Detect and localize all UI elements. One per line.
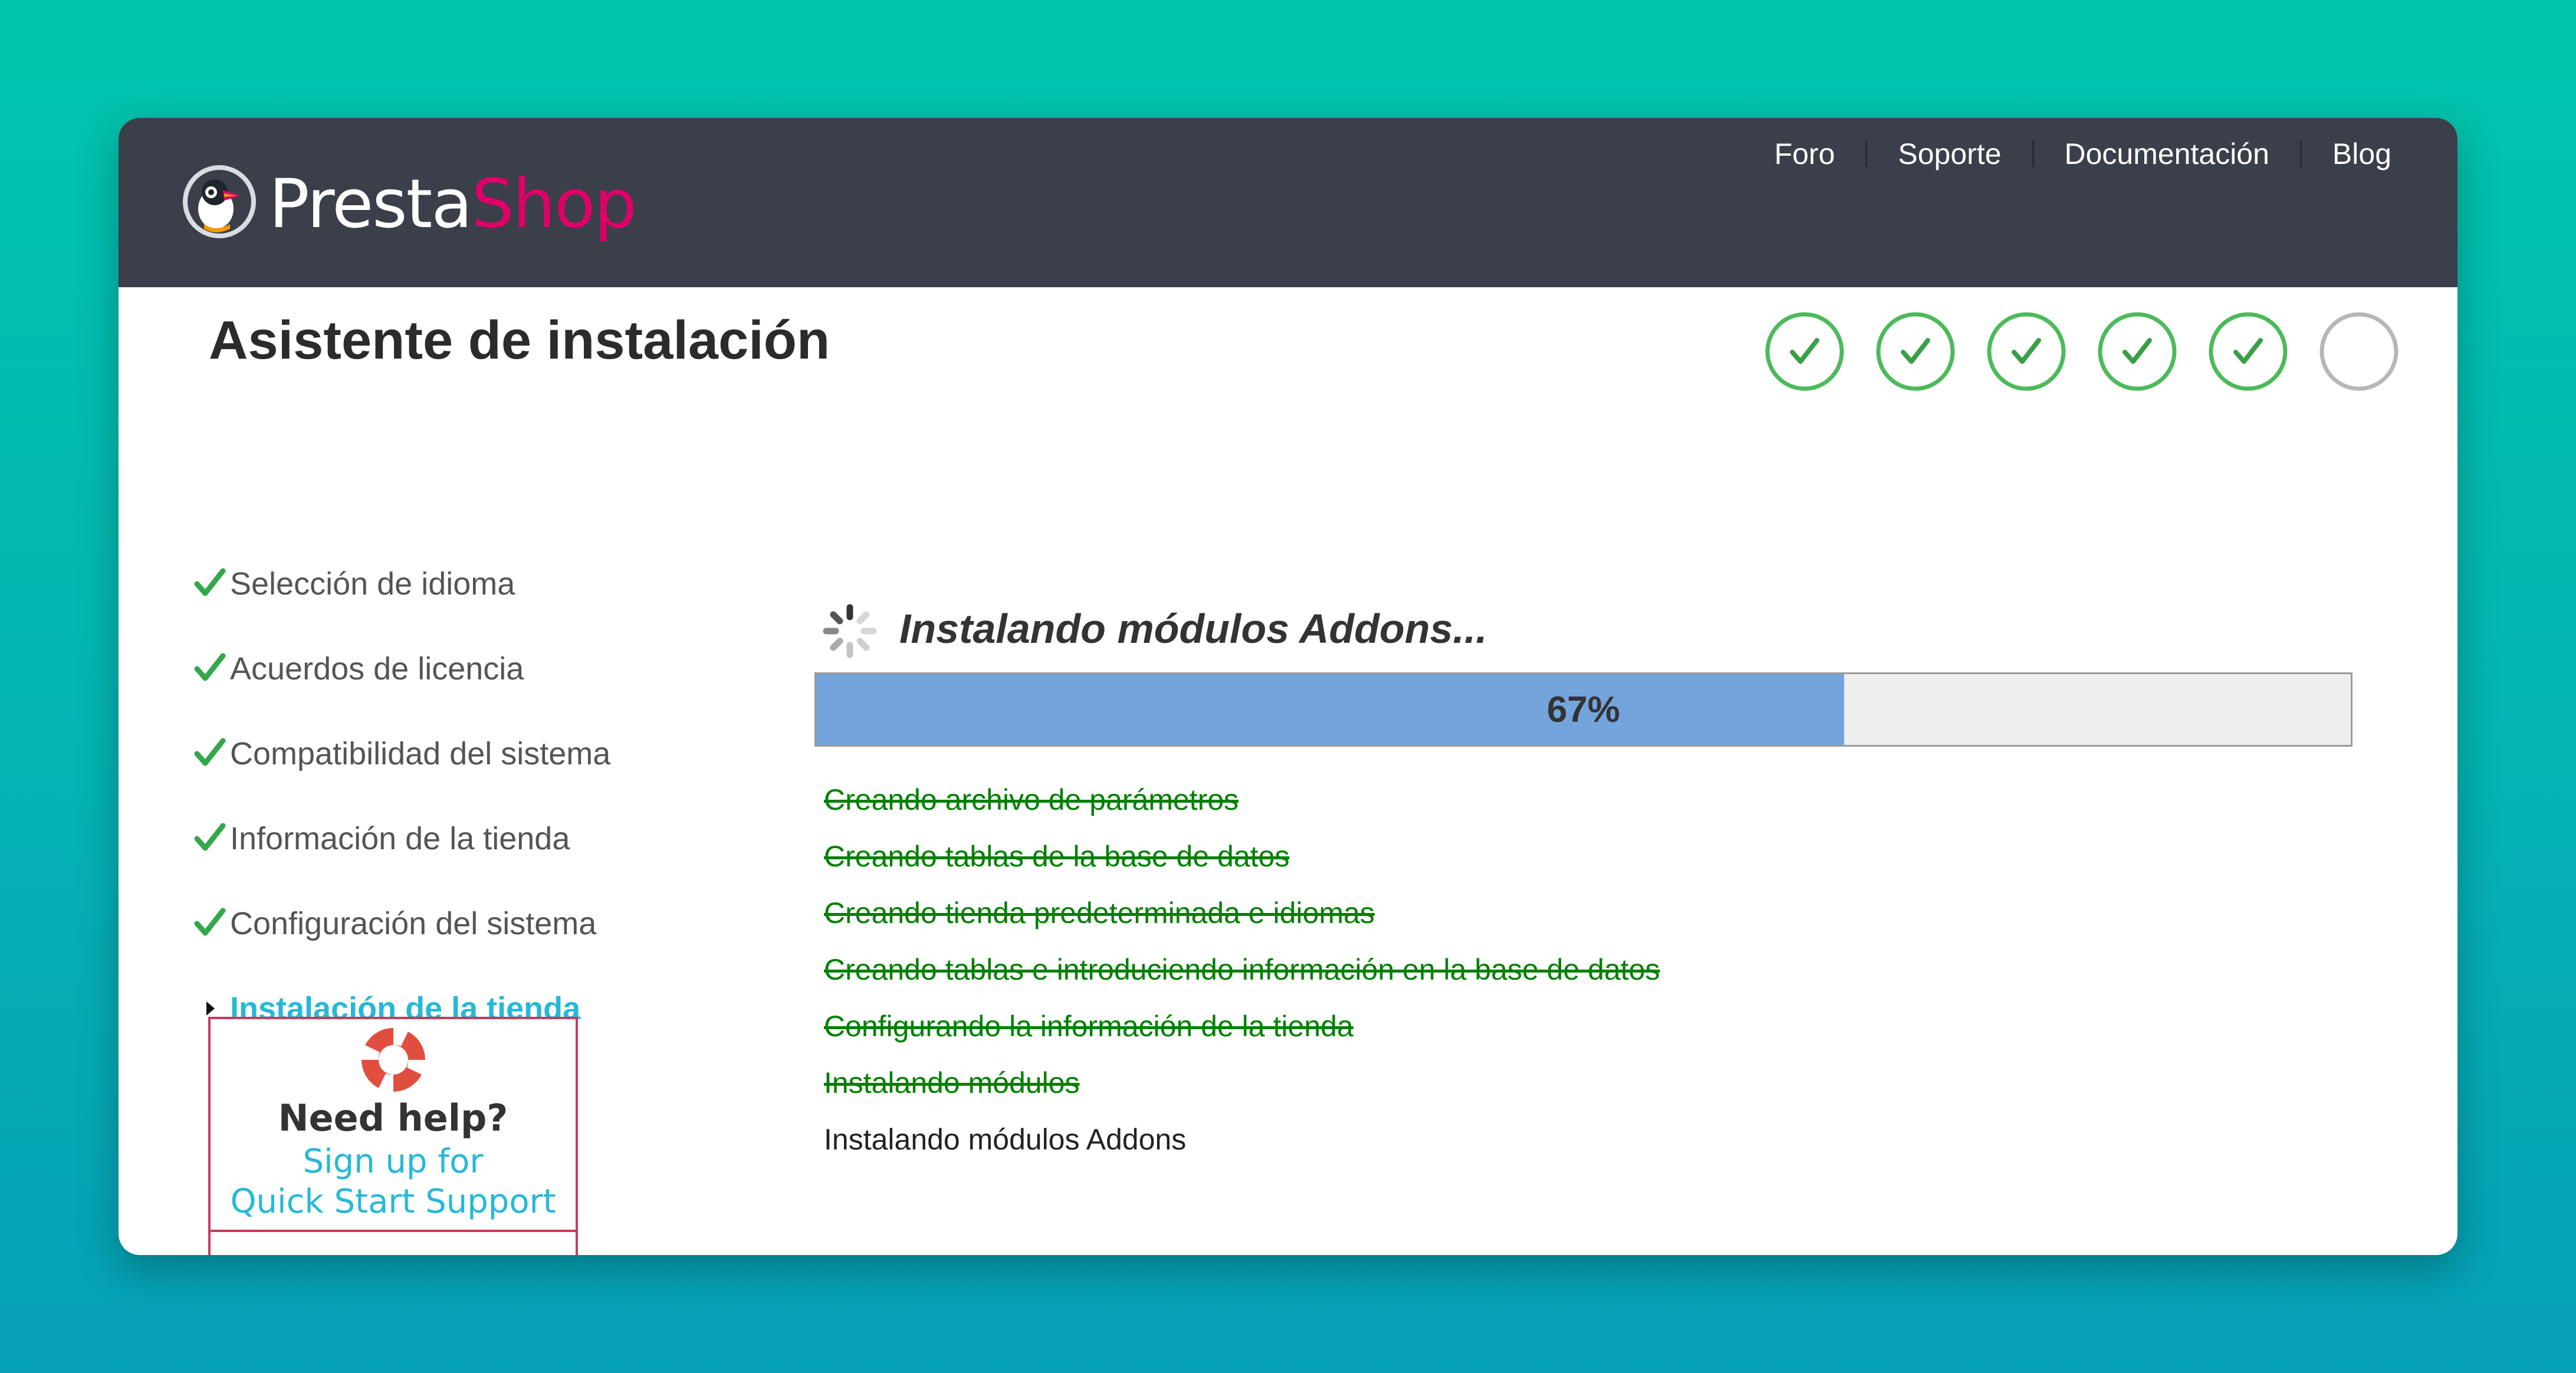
step-indicator	[1764, 311, 2400, 392]
sidebar-item-label: Acuerdos de licencia	[230, 651, 524, 686]
sidebar-item-acuerdos-licencia: Acuerdos de licencia	[192, 651, 652, 736]
logo-wordmark: PrestaShop	[269, 165, 637, 243]
sidebar-item-configuracion-sistema: Configuración del sistema	[192, 906, 652, 991]
sidebar-item-informacion-tienda: Información de la tienda	[192, 821, 652, 906]
task-item: Creando archivo de parámetros	[824, 783, 1239, 816]
nav-link-soporte[interactable]: Soporte	[1898, 137, 2001, 171]
lifebuoy-icon	[361, 1027, 425, 1092]
nav-link-blog[interactable]: Blog	[2332, 137, 2391, 171]
installer-window: PrestaShop Foro Soporte Documentación Bl…	[119, 118, 2457, 1255]
top-navigation: Foro Soporte Documentación Blog	[1775, 133, 2391, 175]
prestashop-logo[interactable]: PrestaShop	[180, 163, 640, 245]
progress-heading: Instalando módulos Addons...	[899, 606, 1487, 652]
page-title: Asistente de instalación	[209, 310, 830, 370]
task-item: Configurando la información de la tienda	[824, 1010, 1353, 1043]
sidebar-item-label: Configuración del sistema	[230, 906, 597, 941]
nav-separator	[2032, 141, 2034, 167]
nav-separator	[2299, 141, 2302, 167]
step-3-complete-icon	[1987, 312, 2066, 391]
sidebar-item-seleccion-idioma: Selección de idioma	[192, 566, 652, 651]
installation-steps-sidebar: Selección de idioma Acuerdos de licencia…	[192, 566, 652, 1076]
checkmark-icon	[194, 653, 226, 681]
step-6-pending-icon	[2319, 312, 2398, 391]
task-item: Creando tablas de la base de datos	[824, 840, 1290, 873]
step-5-complete-icon	[2209, 312, 2288, 391]
installation-progress-bar: 67%	[814, 672, 2352, 747]
sidebar-item-compatibilidad-sistema: Compatibilidad del sistema	[192, 736, 652, 821]
progress-percentage: 67%	[1546, 689, 1621, 730]
task-item: Instalando módulos Addons	[824, 1123, 1187, 1156]
task-list: Creando archivo de parámetros Creando ta…	[824, 771, 1660, 1168]
nav-separator	[1865, 141, 1868, 167]
nav-link-documentacion[interactable]: Documentación	[2065, 137, 2269, 171]
help-link-line[interactable]: Sign up for	[211, 1142, 576, 1182]
checkmark-icon	[194, 823, 226, 851]
help-link-line[interactable]: Quick Start Support	[211, 1182, 576, 1222]
step-1-complete-icon	[1765, 312, 1844, 391]
checkmark-icon	[194, 568, 226, 596]
puffin-icon	[183, 165, 256, 238]
nav-link-foro[interactable]: Foro	[1775, 137, 1835, 171]
help-banner[interactable]: Need help? Sign up for Quick Start Suppo…	[208, 1017, 578, 1255]
sidebar-item-label: Información de la tienda	[230, 821, 570, 856]
loading-spinner-icon	[823, 604, 877, 658]
task-item: Instalando módulos	[824, 1066, 1080, 1099]
task-item: Creando tienda predeterminada e idiomas	[824, 896, 1375, 929]
help-divider	[211, 1230, 576, 1232]
task-item: Creando tablas e introduciendo informaci…	[824, 953, 1660, 986]
help-title: Need help?	[278, 1096, 508, 1139]
sidebar-item-label: Compatibilidad del sistema	[230, 736, 611, 771]
checkmark-icon	[194, 738, 226, 766]
checkmark-icon	[194, 908, 226, 936]
step-2-complete-icon	[1876, 312, 1955, 391]
sidebar-item-label: Selección de idioma	[230, 566, 515, 602]
header-bar: PrestaShop Foro Soporte Documentación Bl…	[119, 118, 2457, 287]
step-4-complete-icon	[2098, 312, 2177, 391]
